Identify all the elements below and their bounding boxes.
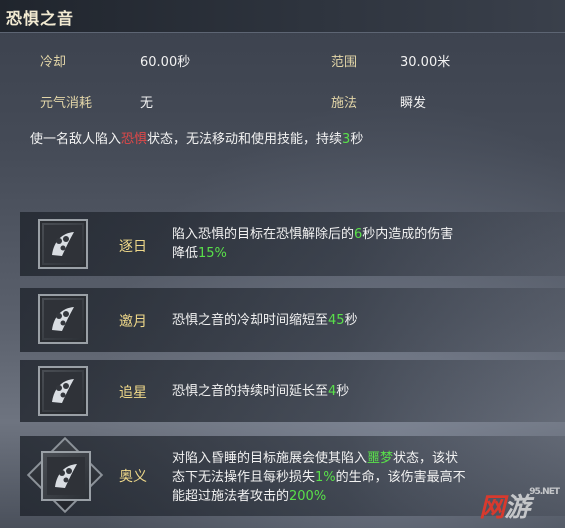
desc-text-1: 使一名敌人陷入 xyxy=(30,132,122,147)
talent-zhuri-text-3: 降低 xyxy=(172,246,199,261)
cast-label: 施法 xyxy=(331,96,358,111)
fear-sound-icon xyxy=(44,372,82,410)
fear-sound-icon xyxy=(44,225,82,263)
talent-zhuri-text-1: 陷入恐惧的目标在恐惧解除后的 xyxy=(172,227,355,242)
title-bar: 恐惧之音 xyxy=(0,0,565,33)
talent-yaoyue-text-1: 恐惧之音的冷却时间缩短至 xyxy=(172,313,329,328)
skill-title: 恐惧之音 xyxy=(6,9,75,28)
talent-desc-zhuri: 陷入恐惧的目标在恐惧解除后的6秒内造成的伤害 降低15% xyxy=(172,225,453,263)
skill-description: 使一名敌人陷入恐惧状态，无法移动和使用技能，持续3秒 xyxy=(30,128,363,147)
talent-zhuixing-icon xyxy=(38,366,88,416)
talent-aoyi-text-4: 的生命，该伤害最高不 xyxy=(335,470,466,485)
talent-aoyi-text-2: 状态，该状 xyxy=(393,451,459,466)
talent-aoyi-text-3: 态下无法操作且每秒损失 xyxy=(172,470,316,485)
nightmare-keyword: 噩梦 xyxy=(367,451,394,466)
talent-desc-aoyi: 对陷入昏睡的目标施展会使其陷入噩梦状态，该状 态下无法操作且每秒损失1%的生命，… xyxy=(172,449,466,506)
fear-sound-icon xyxy=(44,300,82,338)
talent-name-yaoyue: 邀月 xyxy=(119,314,147,330)
talent-aoyi-percent-2: 200% xyxy=(289,489,327,504)
cooldown-value: 60.00秒 xyxy=(140,55,191,70)
talent-desc-zhuixing: 恐惧之音的持续时间延长至4秒 xyxy=(172,382,349,401)
fear-keyword: 恐惧 xyxy=(121,132,148,147)
fear-sound-icon xyxy=(47,457,85,495)
talent-zhuri-icon xyxy=(38,219,88,269)
talent-name-zhuri: 逐日 xyxy=(119,239,147,255)
desc-text-2: 状态，无法移动和使用技能，持续 xyxy=(147,132,343,147)
range-label: 范围 xyxy=(331,55,358,70)
cost-value: 无 xyxy=(140,96,154,111)
talent-aoyi-percent-1: 1% xyxy=(315,470,336,485)
cast-value: 瞬发 xyxy=(400,96,427,111)
talent-aoyi-text-5: 能超过施法者攻击的 xyxy=(172,489,290,504)
watermark-char-1: 网 xyxy=(479,493,505,523)
talent-yaoyue-text-2: 秒 xyxy=(344,313,358,328)
talent-name-zhuixing: 追星 xyxy=(119,385,147,401)
desc-text-3: 秒 xyxy=(350,132,364,147)
talent-zhuixing-text-1: 恐惧之音的持续时间延长至 xyxy=(172,384,329,399)
talent-yaoyue-seconds: 45 xyxy=(328,313,345,328)
watermark-domain: 95.NET xyxy=(529,487,560,497)
talent-aoyi-frame xyxy=(26,436,105,515)
talent-desc-yaoyue: 恐惧之音的冷却时间缩短至45秒 xyxy=(172,311,358,330)
cooldown-label: 冷却 xyxy=(40,55,67,70)
site-watermark: 网游95.NET xyxy=(479,487,560,524)
talent-aoyi-icon xyxy=(41,451,91,501)
talent-aoyi-text-1: 对陷入昏睡的目标施展会使其陷入 xyxy=(172,451,368,466)
cost-label: 元气消耗 xyxy=(40,96,93,111)
talent-zhuri-percent: 15% xyxy=(198,246,227,261)
talent-zhuri-text-2: 秒内造成的伤害 xyxy=(362,227,454,242)
range-value: 30.00米 xyxy=(400,55,451,70)
talent-name-aoyi: 奥义 xyxy=(119,469,147,485)
watermark-char-2: 游 xyxy=(504,493,530,523)
talent-zhuixing-text-2: 秒 xyxy=(336,384,350,399)
talent-yaoyue-icon xyxy=(38,294,88,344)
